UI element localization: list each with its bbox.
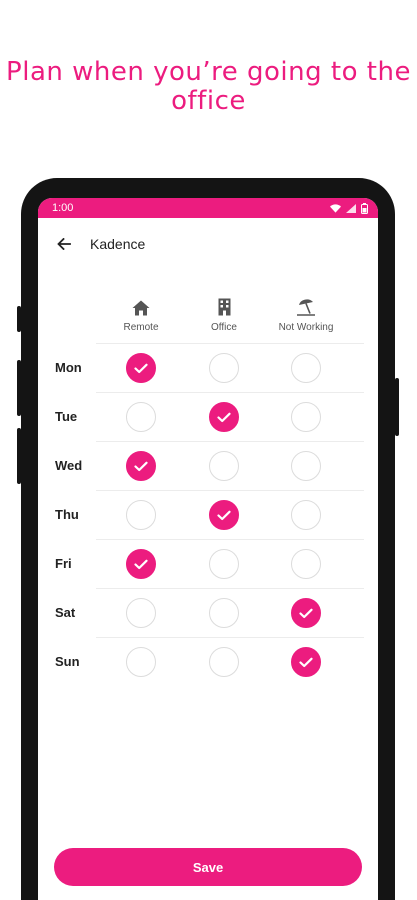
radio-office-wed[interactable] — [209, 451, 239, 481]
radio-remote-mon[interactable] — [126, 353, 156, 383]
radio-remote-wed[interactable] — [126, 451, 156, 481]
radio-not_working-thu[interactable] — [291, 500, 321, 530]
beach-umbrella-icon — [297, 299, 315, 316]
radio-office-mon[interactable] — [209, 353, 239, 383]
column-header-remote: Remote — [100, 294, 182, 333]
day-label: Tue — [55, 409, 78, 424]
checkmark-icon — [134, 363, 148, 373]
save-button[interactable]: Save — [54, 848, 362, 886]
radio-not_working-sat[interactable] — [291, 598, 321, 628]
column-header-not-working: Not Working — [265, 294, 347, 333]
column-label: Not Working — [278, 322, 334, 333]
radio-office-fri[interactable] — [209, 549, 239, 579]
day-label: Sat — [55, 605, 76, 620]
day-label: Thu — [55, 507, 79, 522]
arrow-left-icon[interactable] — [52, 232, 76, 256]
row-divider — [96, 539, 364, 540]
status-time: 1:00 — [52, 202, 74, 214]
checkmark-icon — [217, 510, 231, 520]
day-label: Wed — [55, 458, 83, 473]
radio-office-sun[interactable] — [209, 647, 239, 677]
battery-icon — [361, 202, 368, 214]
promo-headline: Plan when you’re going to the office — [6, 57, 411, 116]
radio-remote-tue[interactable] — [126, 402, 156, 432]
radio-office-sat[interactable] — [209, 598, 239, 628]
row-divider — [96, 343, 364, 344]
row-divider — [96, 392, 364, 393]
day-label: Fri — [55, 556, 72, 571]
radio-not_working-mon[interactable] — [291, 353, 321, 383]
radio-remote-sun[interactable] — [126, 647, 156, 677]
radio-office-tue[interactable] — [209, 402, 239, 432]
column-header-office: Office — [183, 294, 265, 333]
row-divider — [96, 588, 364, 589]
column-label: Office — [211, 322, 237, 333]
building-icon — [218, 298, 230, 316]
checkmark-icon — [299, 657, 313, 667]
row-divider — [96, 637, 364, 638]
row-divider — [96, 490, 364, 491]
wifi-icon — [330, 203, 341, 213]
app-bar: Kadence — [38, 218, 378, 270]
checkmark-icon — [134, 461, 148, 471]
radio-remote-fri[interactable] — [126, 549, 156, 579]
checkmark-icon — [299, 608, 313, 618]
radio-office-thu[interactable] — [209, 500, 239, 530]
radio-not_working-fri[interactable] — [291, 549, 321, 579]
radio-not_working-wed[interactable] — [291, 451, 321, 481]
footer: Save — [38, 826, 378, 900]
radio-remote-sat[interactable] — [126, 598, 156, 628]
day-label: Sun — [55, 654, 80, 669]
day-label: Mon — [55, 360, 82, 375]
radio-remote-thu[interactable] — [126, 500, 156, 530]
checkmark-icon — [134, 559, 148, 569]
status-bar: 1:00 — [38, 198, 378, 218]
row-divider — [96, 441, 364, 442]
home-icon — [132, 300, 150, 316]
app-title: Kadence — [90, 236, 146, 252]
phone-side-button — [395, 378, 399, 436]
radio-not_working-sun[interactable] — [291, 647, 321, 677]
status-icons — [330, 202, 368, 214]
checkmark-icon — [217, 412, 231, 422]
phone-screen: 1:00 Kadence Remote Office Not Working M… — [38, 198, 378, 900]
column-label: Remote — [123, 322, 159, 333]
schedule-card: Remote Office Not Working Mon Tue Wed Thu Fr… — [38, 270, 378, 830]
radio-not_working-tue[interactable] — [291, 402, 321, 432]
signal-icon — [346, 203, 356, 213]
